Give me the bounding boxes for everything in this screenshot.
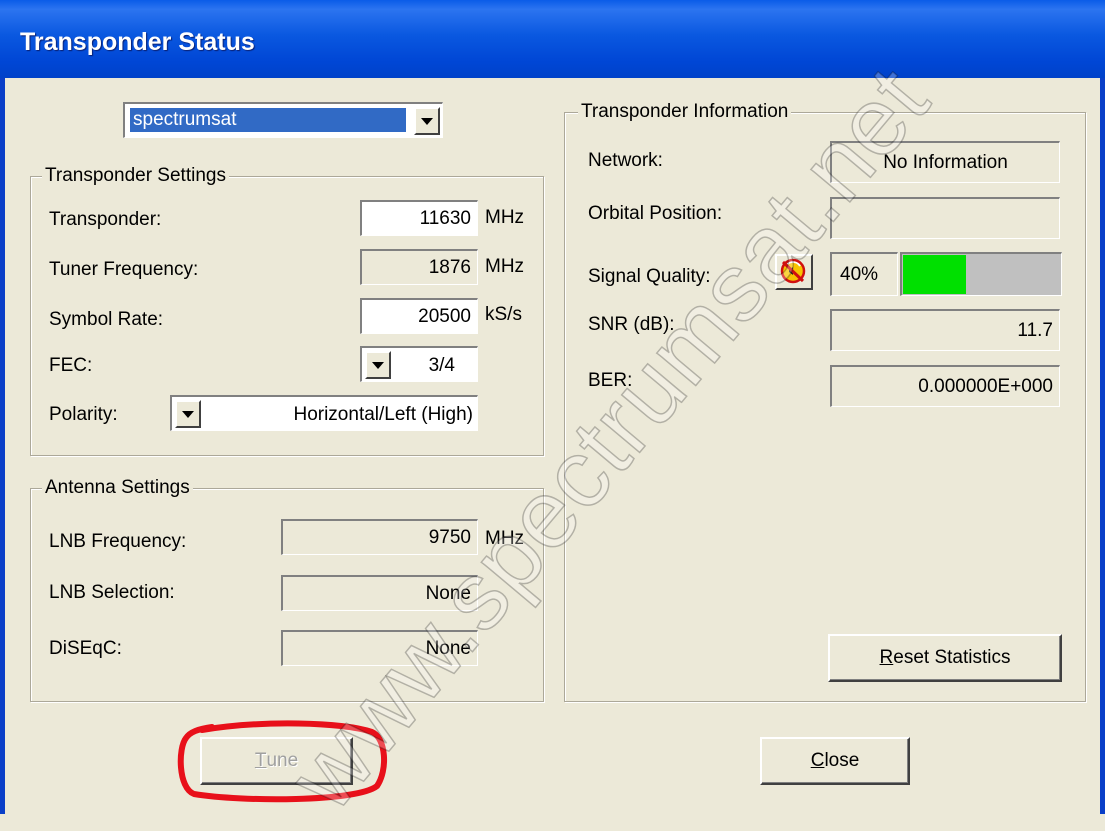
- satellite-select[interactable]: spectrumsat: [123, 102, 443, 138]
- satellite-select-dropdown-button[interactable]: [414, 107, 440, 135]
- network-label: Network:: [588, 150, 663, 171]
- lnb-frequency-label: LNB Frequency:: [49, 531, 187, 552]
- reset-statistics-button[interactable]: Reset Statistics: [828, 634, 1062, 682]
- transponder-information-legend: Transponder Information: [578, 101, 792, 123]
- close-mnemonic: C: [810, 750, 825, 771]
- symbol-rate-unit: kS/s: [485, 304, 522, 325]
- diseqc-field: None: [281, 630, 478, 666]
- polarity-value: Horizontal/Left (High): [293, 404, 473, 425]
- symbol-rate-input[interactable]: 20500: [360, 298, 478, 334]
- signal-alarm-button[interactable]: [775, 254, 813, 290]
- window-frame-right: [1100, 78, 1105, 814]
- diseqc-label: DiSEqC:: [49, 638, 122, 659]
- lnb-frequency-field: 9750: [281, 519, 478, 555]
- close-button[interactable]: Close: [760, 737, 910, 785]
- tuner-frequency-label: Tuner Frequency:: [49, 259, 199, 280]
- polarity-dropdown-button[interactable]: [175, 400, 201, 428]
- chevron-down-icon: [182, 410, 194, 418]
- reset-statistics-label: eset Statistics: [893, 647, 1011, 668]
- fec-label: FEC:: [49, 355, 93, 376]
- fec-dropdown-button[interactable]: [365, 351, 391, 379]
- antenna-settings-legend: Antenna Settings: [42, 477, 193, 499]
- snr-field: 11.7: [830, 309, 1060, 351]
- transponder-input[interactable]: 11630: [360, 200, 478, 236]
- symbol-rate-label: Symbol Rate:: [49, 309, 164, 330]
- fec-select[interactable]: 3/4: [360, 346, 478, 382]
- annotation-circle: [177, 720, 388, 803]
- network-field: No Information: [830, 141, 1060, 183]
- signal-quality-label: Signal Quality:: [588, 266, 711, 287]
- orbital-position-field: [830, 197, 1060, 239]
- orbital-position-label: Orbital Position:: [588, 203, 723, 224]
- signal-quality-bar: [900, 252, 1062, 296]
- snr-label: SNR (dB):: [588, 314, 675, 335]
- ber-field: 0.000000E+000: [830, 365, 1060, 407]
- signal-percent-field: 40%: [830, 252, 898, 296]
- polarity-label: Polarity:: [49, 404, 118, 425]
- lnb-selection-field: None: [281, 575, 478, 611]
- tuner-frequency-field: 1876: [360, 249, 478, 285]
- window-title: Transponder Status: [20, 28, 255, 56]
- transponder-unit: MHz: [485, 207, 525, 228]
- tuner-frequency-unit: MHz: [485, 256, 525, 277]
- window-frame-left: [0, 78, 5, 814]
- lnb-selection-label: LNB Selection:: [49, 582, 175, 603]
- fec-value: 3/4: [428, 355, 455, 376]
- chevron-down-icon: [372, 361, 384, 369]
- close-label: lose: [824, 750, 860, 771]
- signal-alarm-icon: [780, 258, 806, 284]
- title-bar[interactable]: Transponder Status: [0, 0, 1105, 78]
- polarity-select[interactable]: Horizontal/Left (High): [170, 395, 478, 431]
- reset-statistics-mnemonic: R: [879, 647, 894, 668]
- chevron-down-icon: [421, 117, 433, 125]
- ber-label: BER:: [588, 370, 633, 391]
- transponder-settings-legend: Transponder Settings: [42, 165, 229, 187]
- signal-quality-fill: [903, 255, 966, 294]
- satellite-select-value: spectrumsat: [129, 107, 407, 133]
- lnb-frequency-unit: MHz: [485, 528, 525, 549]
- transponder-label: Transponder:: [49, 209, 162, 230]
